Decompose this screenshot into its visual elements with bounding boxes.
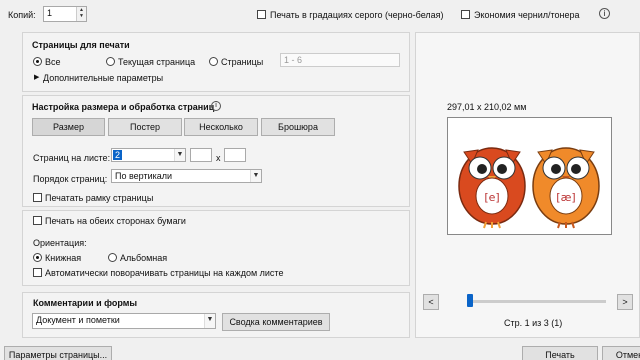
chevron-down-icon: ▼	[250, 170, 261, 182]
summarize-comments-button[interactable]: Сводка комментариев	[222, 313, 330, 331]
info-icon[interactable]: i	[211, 101, 221, 111]
grayscale-checkbox[interactable]	[257, 10, 266, 19]
page-status: Стр. 1 из 3 (1)	[504, 318, 563, 328]
preview-page: [e] [æ]	[447, 117, 612, 235]
page-order-label: Порядок страниц:	[33, 174, 108, 184]
pages-range-label: Страницы	[221, 57, 264, 67]
portrait-radio[interactable]	[33, 253, 42, 262]
orientation-label: Ориентация:	[33, 238, 87, 248]
poster-button[interactable]: Постер	[108, 118, 182, 136]
grayscale-label: Печать в градациях серого (черно-белая)	[270, 10, 444, 20]
copies-input[interactable]: 1 ▲ ▼	[43, 6, 87, 22]
print-border-label: Печатать рамку страницы	[45, 193, 154, 203]
pages-range-radio[interactable]	[209, 57, 218, 66]
both-sides-label: Печать на обеих сторонах бумаги	[45, 216, 186, 226]
save-ink-label: Экономия чернил/тонера	[474, 10, 580, 20]
multiple-button[interactable]: Несколько	[184, 118, 258, 136]
booklet-button[interactable]: Брошюра	[261, 118, 335, 136]
owl-illustration: [e] [æ]	[458, 147, 600, 229]
comments-select[interactable]: Документ и пометки ▼	[32, 313, 216, 329]
print-border-checkbox[interactable]	[33, 193, 42, 202]
save-ink-checkbox[interactable]	[461, 10, 470, 19]
copies-label: Копий:	[8, 10, 36, 20]
pages-range-input[interactable]: 1 - 6	[280, 53, 400, 67]
pages-range-placeholder: 1 - 6	[284, 55, 303, 65]
portrait-label: Книжная	[45, 253, 82, 263]
sizing-section-title: Настройка размера и обработка страниц	[32, 102, 215, 112]
pages-all-label: Все	[45, 57, 61, 67]
owl-left-label: [e]	[484, 191, 499, 204]
chevron-down-icon: ▼	[204, 314, 215, 328]
cancel-button[interactable]: Отмена	[602, 346, 640, 360]
owl-right-label: [æ]	[556, 191, 575, 204]
prev-page-button[interactable]: <	[423, 294, 439, 310]
size-button[interactable]: Размер	[32, 118, 105, 136]
pages-current-radio[interactable]	[106, 57, 115, 66]
grid-x-label: x	[216, 153, 221, 163]
more-options-link[interactable]: Дополнительные параметры	[43, 73, 163, 83]
auto-rotate-checkbox[interactable]	[33, 268, 42, 277]
pages-per-sheet-label: Страниц на листе:	[33, 153, 111, 163]
page-order-value: По вертикали	[115, 171, 173, 181]
both-sides-checkbox[interactable]	[33, 216, 42, 225]
copies-value: 1	[47, 8, 53, 18]
pages-per-sheet-select[interactable]: 2 ▼	[111, 148, 186, 162]
grid-rows-input[interactable]	[224, 148, 246, 162]
comments-section-title: Комментарии и формы	[33, 298, 138, 308]
landscape-label: Альбомная	[120, 253, 168, 263]
page-setup-button[interactable]: Параметры страницы...	[4, 346, 112, 360]
landscape-radio[interactable]	[108, 253, 117, 262]
page-slider-thumb[interactable]	[467, 294, 473, 307]
pages-current-label: Текущая страница	[118, 57, 196, 67]
expand-triangle-icon[interactable]: ▶	[34, 73, 39, 81]
owl-left: [e]	[458, 147, 526, 229]
next-page-button[interactable]: >	[617, 294, 633, 310]
pages-section-title: Страницы для печати	[32, 40, 130, 50]
pages-per-sheet-value: 2	[113, 150, 123, 160]
paper-size-label: 297,01 x 210,02 мм	[447, 102, 527, 112]
page-order-select[interactable]: По вертикали ▼	[111, 169, 262, 183]
chevron-down-icon: ▼	[174, 149, 185, 161]
auto-rotate-label: Автоматически поворачивать страницы на к…	[45, 268, 284, 278]
pages-all-radio[interactable]	[33, 57, 42, 66]
owl-right: [æ]	[532, 147, 600, 229]
comments-value: Документ и пометки	[36, 315, 120, 325]
print-button[interactable]: Печать	[522, 346, 598, 360]
help-icon[interactable]: i	[599, 8, 610, 19]
copies-spinner[interactable]: ▲ ▼	[76, 7, 86, 21]
grid-columns-input[interactable]	[190, 148, 212, 162]
page-slider-track[interactable]	[470, 300, 606, 303]
